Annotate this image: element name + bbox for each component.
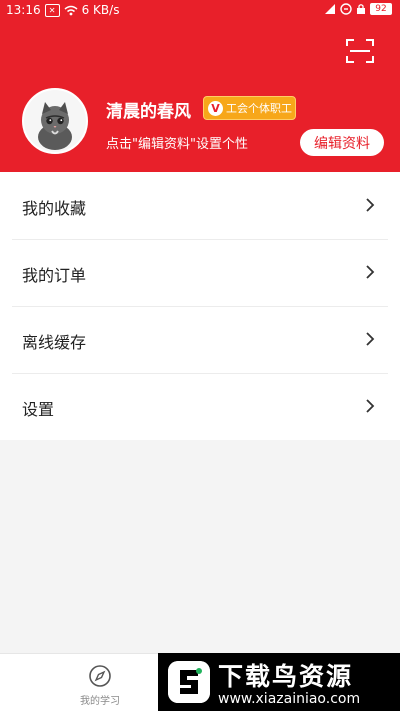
wifi-icon — [64, 5, 78, 15]
tab-my-study-label: 我的学习 — [80, 696, 120, 707]
bird-logo-icon — [168, 661, 210, 703]
compass-icon — [89, 665, 111, 687]
notification-icon: ✕ — [44, 3, 60, 17]
watermark-title: 下载鸟资源 — [218, 662, 354, 691]
chevron-right-icon — [366, 198, 375, 212]
username: 清晨的春风 — [106, 102, 191, 122]
watermark-banner: 下载鸟资源 www.xiazainiao.com — [158, 653, 400, 711]
member-badge: V 工会个体职工 — [203, 96, 296, 120]
menu-item-favorites[interactable]: 我的收藏 — [0, 172, 400, 239]
menu-item-label: 我的收藏 — [22, 199, 87, 218]
chevron-right-icon — [366, 265, 375, 279]
edit-profile-button[interactable]: 编辑资料 — [300, 129, 384, 156]
menu-item-label: 离线缓存 — [22, 333, 87, 352]
status-bar: 13:16 ✕ 6 KB/s 92 — [0, 0, 400, 22]
v-badge-icon: V — [208, 100, 223, 116]
chevron-right-icon — [366, 399, 375, 413]
status-time: 13:16 — [6, 3, 41, 17]
network-speed: 6 KB/s — [81, 3, 120, 17]
battery-icon: 92 — [370, 3, 392, 15]
scan-icon[interactable] — [346, 38, 374, 64]
profile-header: 13:16 ✕ 6 KB/s 92 清晨的春风 V 工会个体职工 点击"编辑资料… — [0, 0, 400, 172]
menu-item-settings[interactable]: 设置 — [0, 373, 400, 440]
data-saver-icon — [340, 3, 352, 15]
member-badge-label: 工会个体职工 — [226, 102, 292, 115]
cat-avatar-image — [24, 90, 86, 152]
menu-item-orders[interactable]: 我的订单 — [0, 239, 400, 306]
lock-icon — [357, 4, 365, 14]
menu-list: 我的收藏 我的订单 离线缓存 设置 — [0, 172, 400, 440]
avatar[interactable] — [22, 88, 88, 154]
chevron-right-icon — [366, 332, 375, 346]
edit-hint-text: 点击"编辑资料"设置个性 — [106, 137, 248, 152]
signal-icon — [325, 4, 335, 14]
watermark-url: www.xiazainiao.com — [218, 691, 361, 707]
menu-item-offline-cache[interactable]: 离线缓存 — [0, 306, 400, 373]
menu-item-label: 设置 — [22, 400, 55, 419]
tab-my-study[interactable]: 我的学习 — [70, 654, 130, 712]
menu-item-label: 我的订单 — [22, 266, 87, 285]
